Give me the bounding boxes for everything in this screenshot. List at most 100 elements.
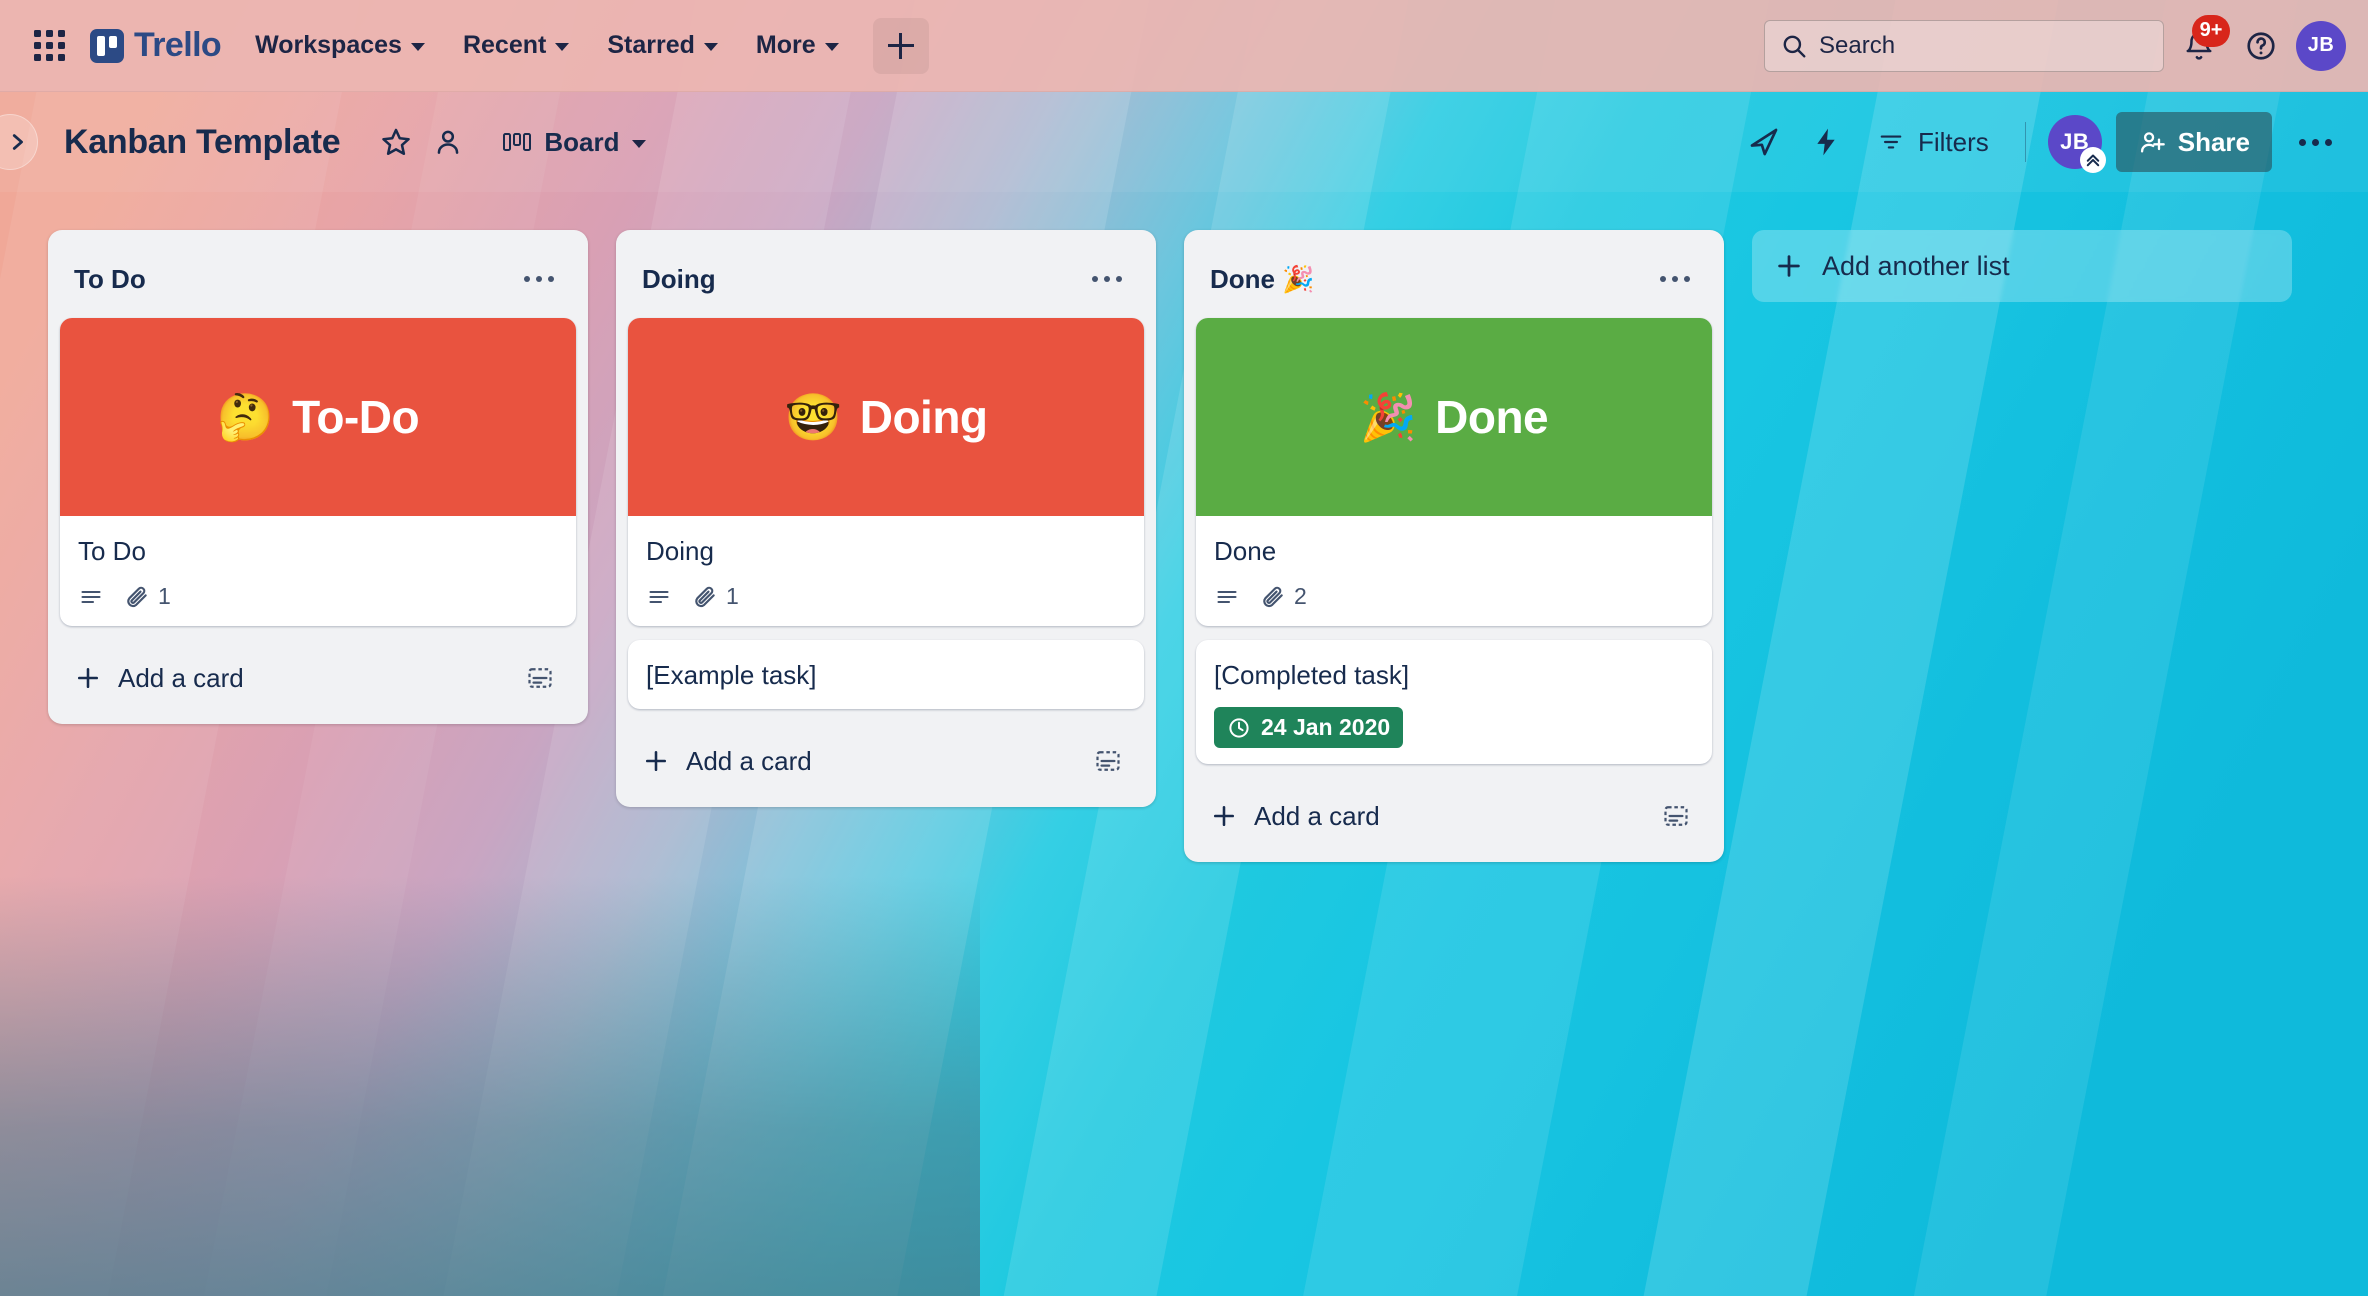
plus-icon — [77, 668, 99, 689]
ellipsis-icon — [524, 276, 554, 282]
chevron-down-icon — [631, 139, 646, 148]
card-template-button[interactable] — [518, 656, 562, 700]
card[interactable]: [Completed task] 24 Jan 2020 — [1196, 640, 1712, 765]
filters-button[interactable]: Filters — [1862, 115, 2003, 169]
card[interactable]: [Example task] — [628, 640, 1144, 710]
list-to-do: To Do 🤔 To-Do To Do 1 Add a card — [48, 230, 588, 725]
attachment-count: 1 — [726, 583, 739, 610]
due-date-label: 24 Jan 2020 — [1261, 714, 1391, 741]
create-button[interactable] — [872, 17, 929, 74]
add-card-label: Add a card — [118, 662, 244, 693]
header-divider — [2024, 122, 2026, 162]
card-cover: 🤔 To-Do — [60, 318, 576, 516]
list-title[interactable]: Done 🎉 — [1210, 264, 1315, 295]
card-template-icon — [1664, 806, 1688, 827]
card-template-button[interactable] — [1086, 739, 1130, 783]
share-label: Share — [2177, 126, 2250, 157]
paperclip-icon — [127, 586, 147, 607]
app-switcher-button[interactable] — [22, 19, 76, 73]
plus-icon — [645, 751, 667, 772]
board-header: Kanban Template Board Filters JB Share — [0, 92, 2368, 192]
card[interactable]: 🎉 Done Done 2 — [1196, 318, 1712, 627]
star-board-button[interactable] — [370, 116, 422, 168]
board-member[interactable]: JB — [2047, 115, 2106, 173]
add-card-button[interactable]: Add a card — [60, 640, 576, 718]
search-placeholder: Search — [1819, 31, 1896, 59]
card-title: Doing — [646, 536, 714, 566]
due-date-badge[interactable]: 24 Jan 2020 — [1214, 707, 1404, 749]
list-actions-button[interactable] — [1652, 256, 1698, 302]
card-badges: 2 — [1214, 583, 1694, 610]
add-card-label: Add a card — [1254, 800, 1380, 831]
board-title[interactable]: Kanban Template — [64, 123, 341, 162]
board-visibility-button[interactable] — [422, 116, 474, 168]
brand-name: Trello — [134, 26, 222, 64]
board-view-icon — [503, 133, 532, 151]
description-icon — [81, 590, 101, 603]
board-canvas: To Do 🤔 To-Do To Do 1 Add a card Doing 🤓… — [0, 192, 2368, 1296]
trello-board-app: Trello Workspaces Recent Starred More Se… — [0, 0, 2368, 1296]
nav-item-label: Starred — [607, 31, 695, 59]
rocket-icon — [1750, 128, 1778, 156]
star-icon — [382, 128, 411, 155]
card[interactable]: 🤓 Doing Doing 1 — [628, 318, 1144, 627]
global-navigation-bar: Trello Workspaces Recent Starred More Se… — [0, 0, 2368, 92]
chevron-down-icon — [555, 43, 570, 51]
rocket-button[interactable] — [1738, 116, 1790, 168]
sidebar-expand-button[interactable] — [0, 114, 38, 170]
automation-button[interactable] — [1800, 116, 1852, 168]
list-title[interactable]: Doing — [642, 264, 716, 295]
card-badges: 1 — [78, 583, 558, 610]
attachment-badge: 1 — [692, 583, 739, 610]
paperclip-icon — [1263, 586, 1283, 607]
description-badge — [78, 585, 104, 609]
account-avatar[interactable]: JB — [2296, 20, 2346, 71]
list-actions-button[interactable] — [516, 256, 562, 302]
card-title: Done — [1214, 536, 1277, 566]
add-another-list-button[interactable]: Add another list — [1752, 230, 2292, 302]
card-body: [Example task] — [628, 640, 1144, 709]
ellipsis-icon — [1660, 276, 1690, 282]
thinking-face-icon: 🤔 — [216, 391, 275, 443]
clock-icon — [1229, 718, 1249, 738]
search-input[interactable]: Search — [1764, 19, 2164, 72]
nav-item-recent[interactable]: Recent — [447, 19, 585, 73]
attachment-count: 2 — [1294, 583, 1307, 610]
apps-grid-icon — [33, 30, 65, 61]
list-actions-button[interactable] — [1084, 256, 1130, 302]
board-header-actions: Filters JB Share — [1738, 112, 2342, 173]
add-card-button[interactable]: Add a card — [1196, 778, 1712, 856]
plus-icon — [1213, 806, 1235, 827]
description-icon — [649, 590, 669, 603]
card-cover: 🤓 Doing — [628, 318, 1144, 516]
nav-item-starred[interactable]: Starred — [591, 19, 734, 73]
card[interactable]: 🤔 To-Do To Do 1 — [60, 318, 576, 627]
attachment-count: 1 — [158, 583, 171, 610]
share-button[interactable]: Share — [2115, 112, 2272, 172]
card-template-button[interactable] — [1654, 794, 1698, 838]
card-cover-text: Done — [1435, 391, 1549, 443]
trello-home-link[interactable]: Trello — [82, 26, 233, 65]
notifications-button[interactable]: 9+ — [2172, 14, 2230, 73]
search-icon — [1783, 35, 1806, 57]
nav-item-label: Recent — [462, 31, 547, 59]
card-cover: 🎉 Done — [1196, 318, 1712, 516]
notification-badge: 9+ — [2192, 14, 2230, 47]
chevron-down-icon — [703, 43, 718, 51]
filters-label: Filters — [1917, 126, 1989, 157]
list-title[interactable]: To Do — [74, 264, 146, 295]
party-popper-icon: 🎉 — [1359, 391, 1418, 443]
card-cover-text: To-Do — [292, 391, 420, 443]
member-premium-badge — [2079, 147, 2106, 173]
board-view-switcher[interactable]: Board — [488, 115, 659, 169]
lightning-bolt-icon — [1817, 128, 1835, 156]
nav-item-label: More — [755, 31, 816, 59]
help-circle-icon — [2247, 31, 2275, 60]
add-card-button[interactable]: Add a card — [628, 723, 1144, 801]
help-button[interactable] — [2234, 19, 2288, 73]
workspace-visible-icon — [438, 130, 459, 154]
nav-item-workspaces[interactable]: Workspaces — [239, 19, 441, 73]
board-menu-button[interactable] — [2288, 115, 2342, 169]
nav-item-more[interactable]: More — [740, 19, 855, 73]
list-header: Done 🎉 — [1196, 242, 1712, 318]
